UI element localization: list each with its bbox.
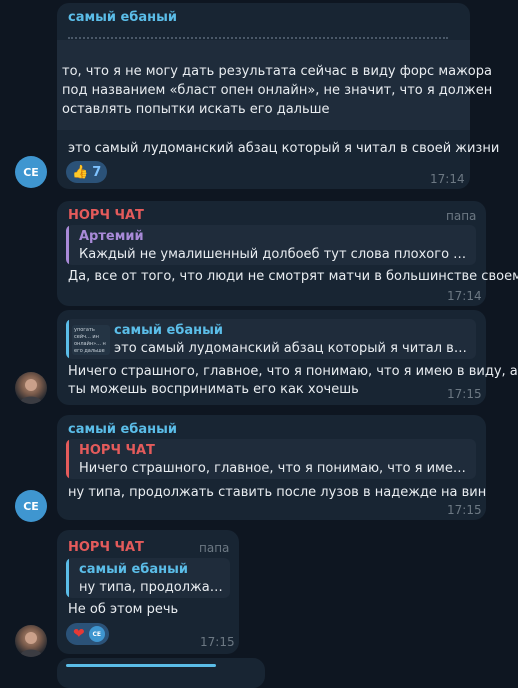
quote-bar bbox=[66, 664, 216, 667]
message-text: Да, все от того, что люди не смотрят мат… bbox=[68, 269, 518, 284]
avatar[interactable]: CE bbox=[15, 156, 47, 188]
message-bubble[interactable]: самый ебаный то, что я не могу дать резу… bbox=[57, 3, 499, 189]
message-text-line: ты можешь воспринимать его как хочешь bbox=[68, 382, 359, 397]
sender-name[interactable]: самый ебаный bbox=[68, 10, 177, 25]
reaction-thumbs-up[interactable]: 👍 7 bbox=[66, 161, 108, 183]
partial-text-line bbox=[68, 37, 448, 42]
sender-name[interactable]: НОРЧ ЧАТ bbox=[68, 208, 144, 223]
message-bubble[interactable]: НОРЧ ЧАТ папа Артемий Каждый не умалишен… bbox=[57, 201, 518, 306]
quote-bar bbox=[66, 439, 69, 479]
user-photo-icon bbox=[19, 379, 43, 404]
thumbs-up-icon: 👍 bbox=[72, 164, 89, 180]
message-text-line: оставлять попытки искать его дальше bbox=[62, 102, 330, 117]
message-bubble[interactable]: самый ебаный НОРЧ ЧАТ Ничего страшного, … bbox=[57, 415, 486, 520]
message-text: ну типа, продолжать ставить после лузов … bbox=[68, 485, 487, 500]
message-text-line: Ничего страшного, главное, что я понимаю… bbox=[68, 364, 518, 379]
quote-text: Каждый не умалишенный долбоеб тут слова … bbox=[79, 247, 469, 262]
message-text-line: то, что я не могу дать результата сейчас… bbox=[62, 64, 492, 79]
message-time: 17:15 bbox=[447, 503, 482, 517]
sender-name[interactable]: самый ебаный bbox=[68, 422, 177, 437]
sender-name[interactable]: НОРЧ ЧАТ bbox=[68, 540, 144, 555]
quote-author: НОРЧ ЧАТ bbox=[79, 443, 155, 458]
quote-author: самый ебаный bbox=[79, 562, 189, 577]
quote-bar bbox=[66, 225, 69, 265]
avatar[interactable] bbox=[15, 625, 47, 657]
admin-tag: папа bbox=[199, 541, 230, 555]
message-bubble[interactable]: упогать сейч... ин онлайн»... н его даль… bbox=[57, 310, 518, 405]
quote-thumbnail: упогать сейч... ин онлайн»... н его даль… bbox=[72, 325, 110, 355]
quote-bar bbox=[66, 558, 69, 598]
user-photo-icon bbox=[19, 632, 43, 657]
avatar[interactable]: CE bbox=[15, 490, 47, 522]
quote-text: Ничего страшного, главное, что я понимаю… bbox=[79, 461, 469, 476]
reaction-heart[interactable]: ❤ CE bbox=[66, 623, 109, 645]
message-time: 17:14 bbox=[447, 289, 482, 303]
message-text-line: под названием «бласт опен онлайн», не зн… bbox=[62, 83, 493, 98]
quote-text: это самый лудоманский абзац который я чи… bbox=[114, 341, 470, 356]
reply-quote[interactable]: самый ебаный ну типа, продолжать ... bbox=[66, 558, 230, 598]
avatar[interactable] bbox=[15, 372, 47, 404]
quote-author: Артемий bbox=[79, 229, 144, 244]
message-text: Не об этом речь bbox=[68, 602, 179, 617]
quote-text: ну типа, продолжать ... bbox=[79, 580, 224, 595]
quote-author: самый ебаный bbox=[114, 323, 224, 338]
message-time: 17:15 bbox=[200, 635, 235, 649]
message-text: это самый лудоманский абзац который я чи… bbox=[68, 141, 500, 156]
reply-quote[interactable]: Артемий Каждый не умалишенный долбоеб ту… bbox=[66, 225, 476, 265]
message-time: 17:14 bbox=[430, 172, 465, 186]
reaction-avatar: CE bbox=[88, 626, 105, 642]
quote-bar bbox=[66, 319, 69, 359]
reply-quote[interactable]: упогать сейч... ин онлайн»... н его даль… bbox=[66, 319, 476, 359]
message-time: 17:15 bbox=[447, 387, 482, 401]
reply-quote[interactable]: НОРЧ ЧАТ Ничего страшного, главное, что … bbox=[66, 439, 476, 479]
message-bubble-partial[interactable] bbox=[57, 658, 265, 688]
heart-icon: ❤ bbox=[73, 626, 85, 642]
message-bubble[interactable]: НОРЧ ЧАТ папа самый ебаный ну типа, прод… bbox=[57, 530, 239, 654]
reaction-count: 7 bbox=[92, 164, 102, 180]
admin-tag: папа bbox=[446, 209, 477, 223]
